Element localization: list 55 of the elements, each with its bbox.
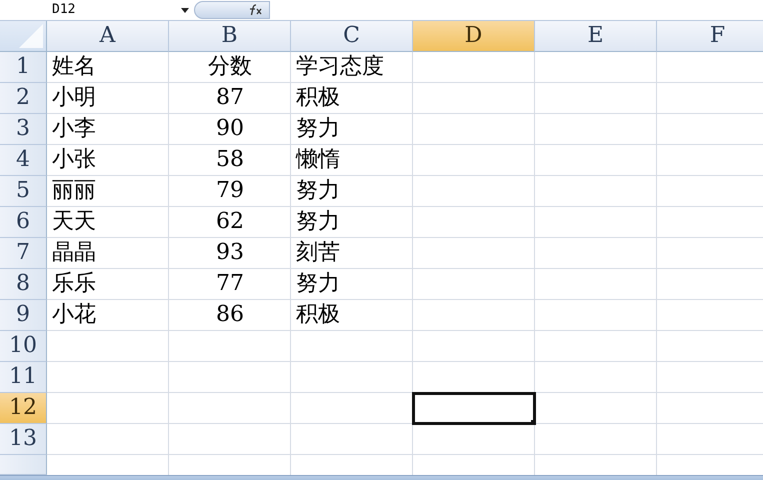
column-header[interactable]: E <box>535 21 657 52</box>
table-cell-text: 86 <box>215 301 245 329</box>
table-cell-text: 93 <box>215 239 245 267</box>
table-cell-text: 乐乐 <box>51 270 97 298</box>
row-header[interactable]: 2 <box>0 83 47 114</box>
table-cell-text: 丽丽 <box>51 177 97 205</box>
function-button[interactable] <box>194 1 270 19</box>
table-cell-text: 学习态度 <box>295 53 385 81</box>
row-header[interactable]: 1 <box>0 52 47 83</box>
table-cell-text: 姓名 <box>51 53 97 81</box>
row-header[interactable]: 10 <box>0 331 47 362</box>
function-icon <box>247 4 263 16</box>
row-header[interactable] <box>0 455 47 475</box>
table-cell-text: 晶晶 <box>51 239 97 267</box>
sheet-tab-bar[interactable] <box>0 475 763 480</box>
table-cell-text: 77 <box>215 270 245 298</box>
row-header[interactable]: 3 <box>0 114 47 145</box>
column-header[interactable]: C <box>291 21 413 52</box>
table-cell-text: 努力 <box>295 270 341 298</box>
table-cell-text: 小花 <box>51 301 97 329</box>
table-cell-text: 小张 <box>51 146 97 174</box>
row-header[interactable]: 11 <box>0 362 47 393</box>
table-cell-text: 79 <box>215 177 245 205</box>
table-cell-text: 小明 <box>51 84 97 112</box>
column-header[interactable]: F <box>657 21 763 52</box>
table-cell-text: 分数 <box>207 53 253 81</box>
row-header[interactable]: 7 <box>0 238 47 269</box>
table-cell-text: 刻苦 <box>295 239 341 267</box>
table-cell-text: 58 <box>215 146 245 174</box>
dropdown-caret-icon[interactable] <box>180 6 190 14</box>
selected-cell[interactable] <box>413 393 535 424</box>
table-cell-text: 小李 <box>51 115 97 143</box>
table-cell-text: 87 <box>215 84 245 112</box>
row-header[interactable]: 13 <box>0 424 47 455</box>
table-cell-text: 62 <box>215 208 245 236</box>
row-header[interactable]: 6 <box>0 207 47 238</box>
column-header[interactable]: D <box>413 21 535 52</box>
table-cell-text: 努力 <box>295 115 341 143</box>
name-box[interactable]: D12 <box>0 1 152 19</box>
select-all-corner[interactable] <box>0 21 47 52</box>
row-header[interactable]: 12 <box>0 393 47 424</box>
corner-triangle-icon <box>19 24 43 48</box>
table-cell-text: 积极 <box>295 301 341 329</box>
table-cell-text: 90 <box>215 115 245 143</box>
table-cell-text: 积极 <box>295 84 341 112</box>
row-header[interactable]: 9 <box>0 300 47 331</box>
table-cell-text: 努力 <box>295 177 341 205</box>
row-header[interactable]: 8 <box>0 269 47 300</box>
table-cell-text: 懒惰 <box>294 146 341 174</box>
table-cell-text: 努力 <box>295 208 341 236</box>
table-cell-text: 天天 <box>51 208 97 236</box>
column-header[interactable]: A <box>47 21 169 52</box>
row-header[interactable]: 4 <box>0 145 47 176</box>
row-header[interactable]: 5 <box>0 176 47 207</box>
column-header[interactable]: B <box>169 21 291 52</box>
